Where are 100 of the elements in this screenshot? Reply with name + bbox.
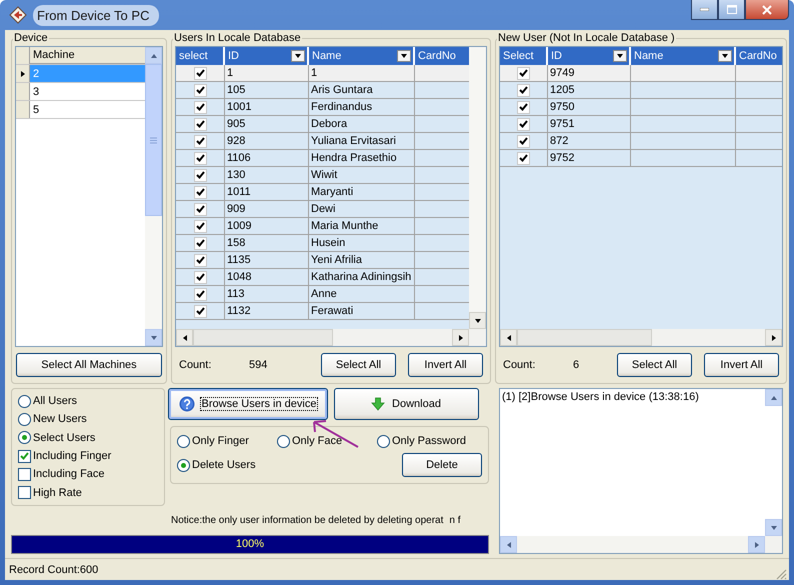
column-header[interactable]: ID [225, 47, 309, 65]
column-header[interactable]: Select [500, 47, 548, 65]
radio-option[interactable]: Delete Users [177, 455, 377, 475]
radio-button[interactable] [377, 434, 390, 448]
column-header[interactable]: ID [548, 47, 631, 65]
filter-dropdown[interactable] [397, 50, 411, 62]
row-checkbox[interactable] [517, 100, 530, 114]
checkbox[interactable] [18, 468, 31, 481]
scroll-up-button[interactable] [145, 47, 162, 64]
radio-option[interactable]: New Users [18, 410, 158, 429]
checkbox-option[interactable]: Including Face [18, 465, 158, 484]
window-title: From Device To PC [33, 4, 160, 26]
radio-button[interactable] [277, 434, 290, 448]
row-checkbox[interactable] [194, 236, 206, 250]
scroll-right-button[interactable] [765, 329, 782, 346]
radio-button[interactable] [18, 394, 31, 408]
row-checkbox[interactable] [194, 168, 206, 182]
table-row[interactable]: 909 Dewi [176, 201, 469, 218]
minimize-button[interactable] [691, 0, 718, 20]
checkbox-option[interactable]: High Rate [18, 484, 158, 502]
row-checkbox[interactable] [194, 134, 206, 148]
row-checkbox[interactable] [194, 186, 206, 198]
table-cell: Hendra Prasethio [311, 152, 397, 164]
checkbox[interactable] [18, 450, 31, 463]
row-header[interactable] [16, 65, 30, 82]
column-header[interactable]: CardNo [736, 47, 782, 65]
maximize-button[interactable] [718, 0, 745, 20]
column-header[interactable]: Name [309, 47, 415, 65]
row-checkbox[interactable] [194, 118, 206, 130]
radio-button[interactable] [18, 412, 31, 426]
scroll-down-button[interactable] [469, 312, 486, 329]
invert-all-button[interactable]: Invert All [408, 353, 483, 377]
filter-dropdown[interactable] [613, 50, 627, 62]
row-checkbox[interactable] [194, 152, 206, 164]
table-row[interactable]: 158 Husein [176, 235, 469, 252]
radio-option[interactable]: Only Face [277, 431, 377, 451]
select-all-button[interactable]: Select All [617, 353, 692, 377]
table-row[interactable]: 130 Wiwit [176, 167, 469, 184]
table-row[interactable]: 1 1 [176, 65, 469, 82]
table-row[interactable]: 9751 [500, 116, 782, 133]
row-checkbox[interactable] [194, 202, 206, 216]
scroll-thumb[interactable] [193, 329, 333, 346]
scroll-thumb[interactable] [517, 329, 652, 346]
table-row[interactable]: 1205 [500, 82, 782, 99]
table-row[interactable]: 1106 Hendra Prasethio [176, 150, 469, 167]
radio-option[interactable]: All Users [18, 392, 158, 410]
invert-all-button[interactable]: Invert All [704, 353, 779, 377]
radio-button[interactable] [18, 431, 31, 444]
column-header[interactable]: Machine [30, 47, 145, 64]
radio-option[interactable]: Only Password [377, 431, 482, 451]
close-button[interactable] [745, 0, 789, 20]
row-checkbox[interactable] [517, 118, 530, 130]
table-row[interactable]: 113 Anne [176, 286, 469, 303]
column-header[interactable]: CardNo [415, 47, 469, 65]
browse-users-button[interactable]: Browse Users in device [168, 388, 328, 420]
table-row[interactable]: 1009 Maria Munthe [176, 218, 469, 235]
scroll-left-button[interactable] [500, 329, 517, 346]
radio-button[interactable] [177, 458, 190, 472]
caret-icon [150, 334, 158, 342]
row-checkbox[interactable] [194, 66, 206, 80]
row-checkbox[interactable] [194, 100, 206, 114]
row-checkbox[interactable] [194, 220, 206, 232]
filter-dropdown[interactable] [718, 50, 732, 62]
table-row[interactable]: 1135 Yeni Afrilia [176, 252, 469, 269]
table-row[interactable]: 9752 [500, 150, 782, 167]
row-checkbox[interactable] [517, 152, 530, 164]
filter-dropdown[interactable] [291, 50, 305, 62]
column-header[interactable]: Name [631, 47, 736, 65]
checkbox-option[interactable]: Including Finger [18, 446, 158, 466]
table-row[interactable]: 105 Aris Guntara [176, 82, 469, 99]
select-all-machines-button[interactable]: Select All Machines [16, 353, 162, 377]
table-row[interactable]: 1001 Ferdinandus [176, 99, 469, 116]
radio-option[interactable]: Only Finger [177, 431, 277, 451]
row-checkbox[interactable] [517, 84, 530, 96]
table-row[interactable]: 1132 Ferawati [176, 303, 469, 320]
table-row[interactable]: 872 [500, 133, 782, 150]
scroll-thumb[interactable] [145, 64, 162, 216]
scroll-up-button[interactable] [765, 389, 782, 406]
scroll-right-button[interactable] [452, 329, 469, 346]
row-checkbox[interactable] [194, 288, 206, 300]
checkbox[interactable] [18, 486, 31, 500]
row-checkbox[interactable] [194, 304, 206, 318]
row-checkbox[interactable] [517, 66, 530, 80]
table-row[interactable]: 9749 [500, 65, 782, 82]
row-checkbox[interactable] [194, 254, 206, 266]
delete-button[interactable]: Delete [402, 453, 482, 477]
download-button[interactable]: Download [334, 388, 479, 420]
table-row[interactable]: 928 Yuliana Ervitasari [176, 133, 469, 150]
radio-button[interactable] [177, 434, 190, 448]
table-row[interactable]: 9750 [500, 99, 782, 116]
row-checkbox[interactable] [194, 270, 206, 284]
row-checkbox[interactable] [517, 134, 530, 148]
row-checkbox[interactable] [194, 84, 206, 96]
table-row[interactable]: 905 Debora [176, 116, 469, 133]
scroll-left-button[interactable] [176, 329, 193, 346]
radio-option[interactable]: Select Users [18, 428, 158, 447]
table-row[interactable]: 1048 Katharina Adiningsih [176, 269, 469, 286]
table-row[interactable]: 1011 Maryanti [176, 184, 469, 201]
column-header[interactable]: select [176, 47, 225, 65]
select-all-button[interactable]: Select All [321, 353, 396, 377]
